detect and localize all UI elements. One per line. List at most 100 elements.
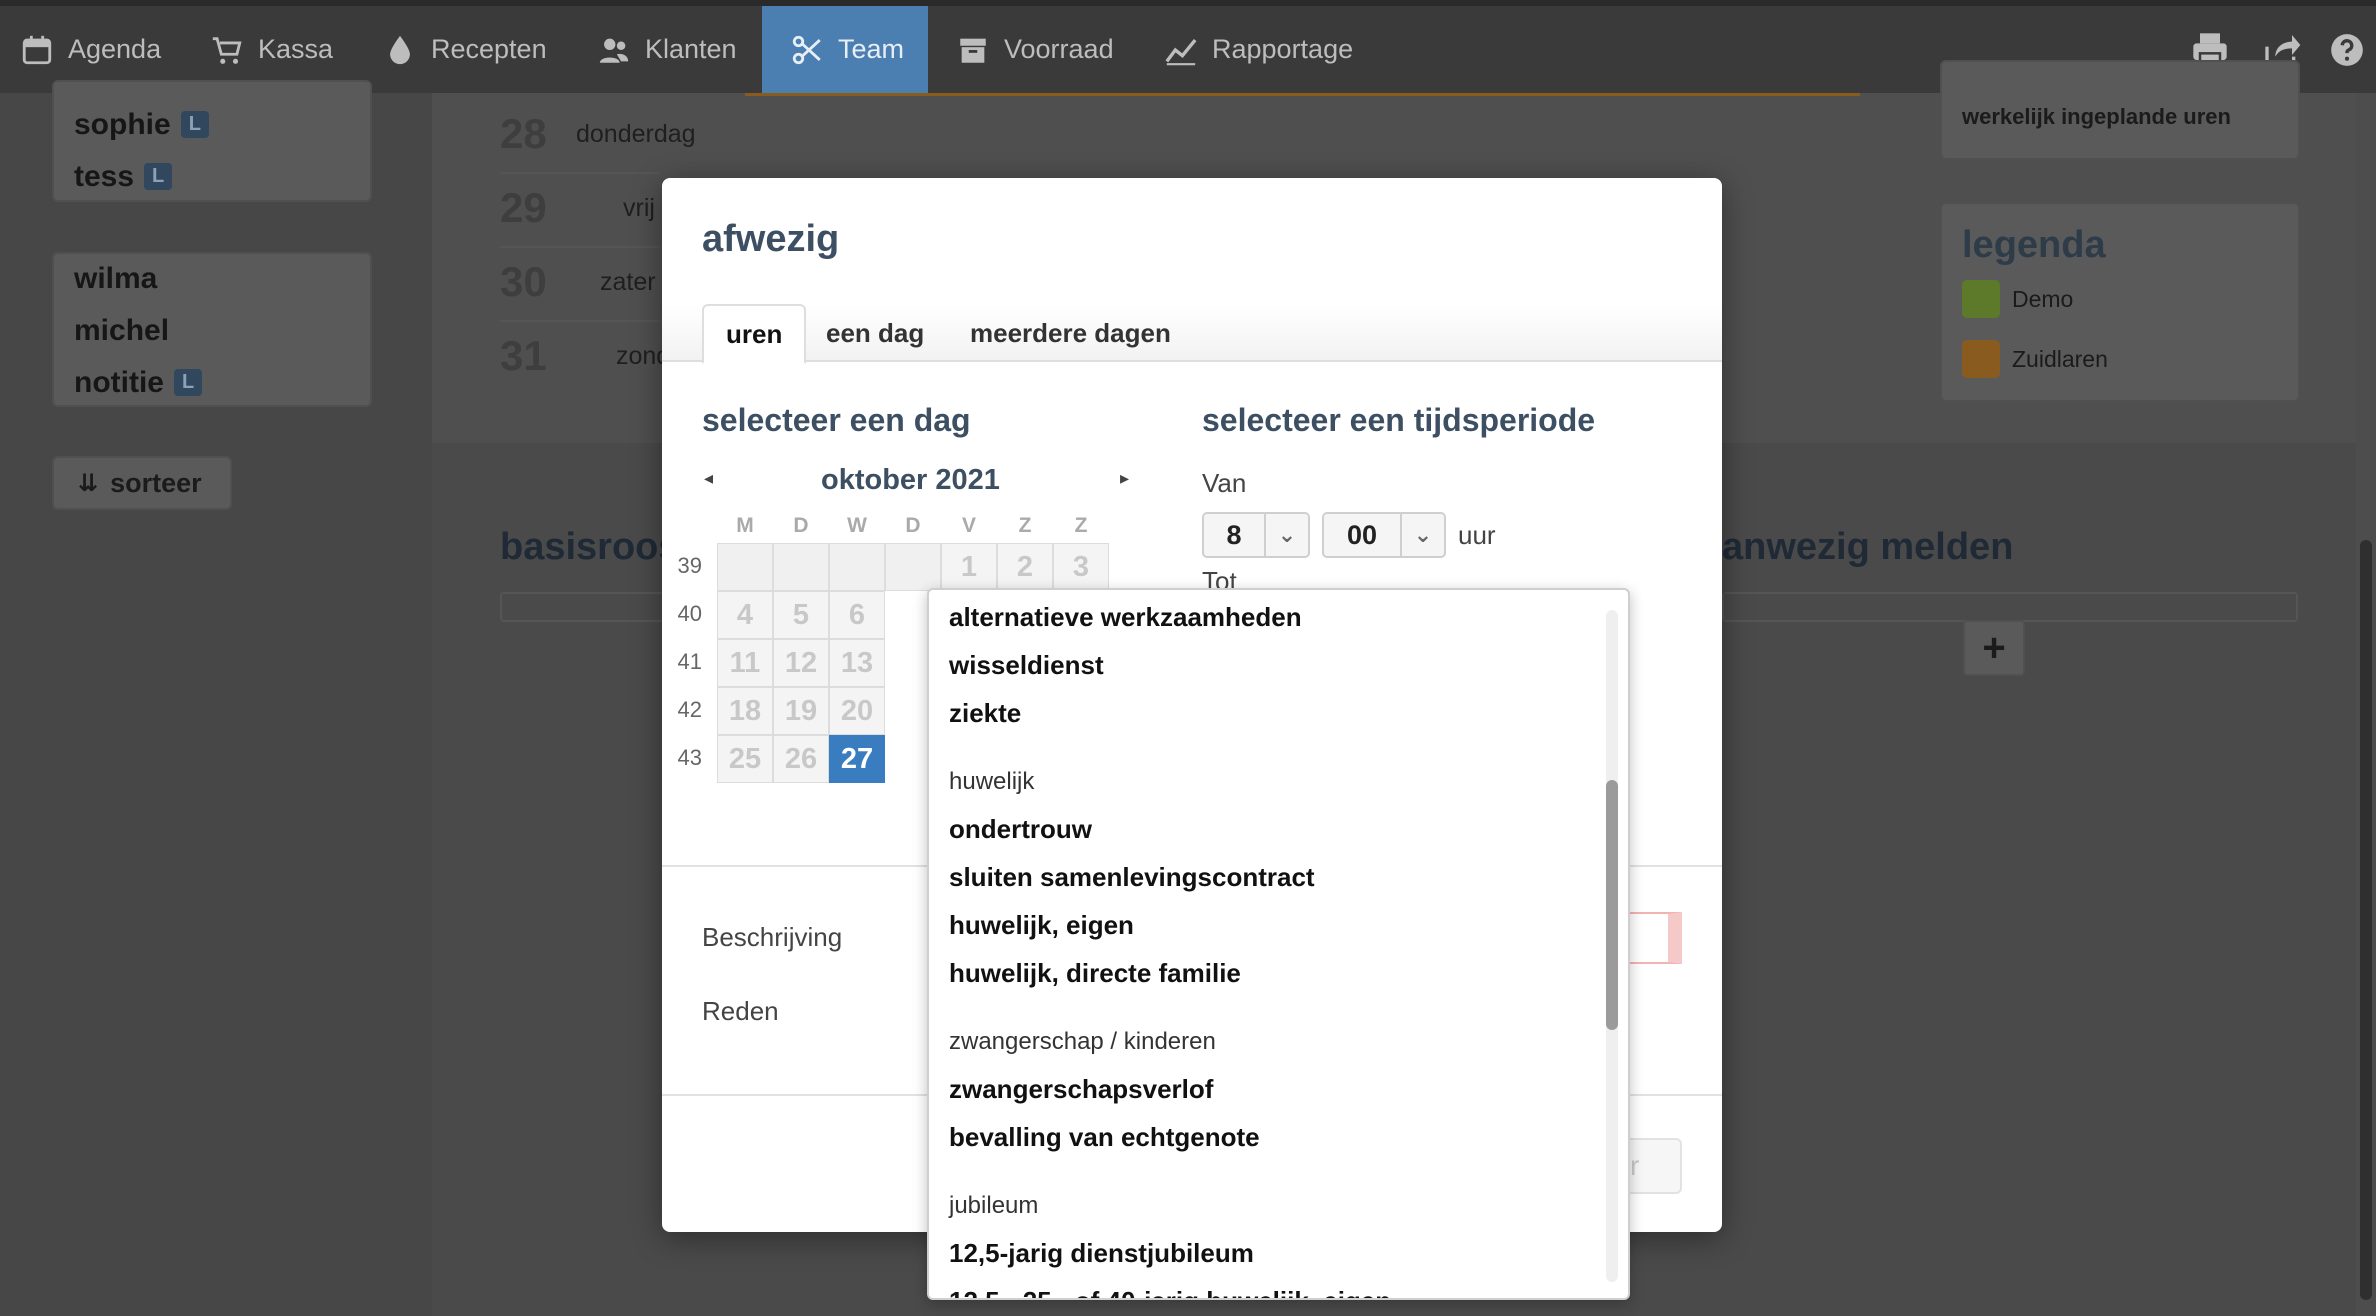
aanwezig-bar [1722, 592, 2298, 622]
sort-button[interactable]: ⇊ sorteer [52, 456, 232, 510]
day-name: zater [600, 268, 656, 296]
help-icon [2331, 33, 2363, 66]
box-icon [960, 38, 986, 63]
nav-label: Agenda [68, 34, 162, 64]
week-number: 40 [677, 601, 702, 626]
hours-label: werkelijk ingeplande uren [1962, 104, 2231, 129]
staff-name: notitie [74, 366, 164, 399]
weekday-header: W [847, 514, 867, 537]
calendar-day[interactable]: 6 [829, 591, 885, 639]
staff-wilma[interactable]: wilma [74, 262, 157, 296]
tab-een-dag[interactable]: een dag [804, 304, 946, 362]
calendar-day[interactable]: 12 [773, 639, 829, 687]
nav-label: Recepten [431, 34, 547, 64]
nav-recepten[interactable]: Recepten [383, 6, 547, 93]
option-item[interactable]: ondertrouw [949, 814, 1092, 845]
weekday-header: M [736, 514, 754, 537]
calendar-day[interactable]: 25 [717, 735, 773, 783]
save-label: r [1630, 1150, 1640, 1181]
option-item[interactable]: wisseldienst [949, 650, 1104, 681]
divider [500, 172, 660, 174]
calendar-empty-cell [773, 543, 829, 591]
staff-sophie[interactable]: sophie L [74, 108, 209, 142]
tab-meerdere-dagen[interactable]: meerdere dagen [948, 304, 1193, 362]
aanwezig-heading: anwezig melden [1722, 526, 2014, 568]
calendar-day[interactable]: 19 [773, 687, 829, 735]
legend-title: legenda [1962, 224, 2106, 266]
calendar-day[interactable]: 26 [773, 735, 829, 783]
staff-tess[interactable]: tess L [74, 160, 173, 194]
option-group-label: jubileum [949, 1192, 1039, 1219]
period-section-heading: selecteer een tijdsperiode [1202, 402, 1596, 438]
calendar-day[interactable]: 13 [829, 639, 885, 687]
divider [500, 320, 660, 322]
chevron-down-icon: ⌄ [1400, 514, 1444, 556]
legend-card: legenda Demo Zuidlaren [1940, 202, 2300, 402]
modal-tabs: uren een dag meerdere dagen [662, 304, 1722, 364]
weekday-header: Z [1074, 514, 1088, 537]
weekday-header: V [961, 514, 976, 537]
page-scrollbar-thumb[interactable] [2360, 540, 2372, 1300]
week-number: 39 [677, 553, 702, 578]
hours-card: werkelijk ingeplande uren [1940, 60, 2300, 160]
calendar-day[interactable]: 3 [1053, 543, 1109, 591]
nav-klanten[interactable]: Klanten [597, 6, 737, 93]
beschrijving-input[interactable] [1622, 912, 1682, 964]
nav-rapportage[interactable]: Rapportage [1164, 6, 1353, 93]
tab-label: een dag [826, 317, 925, 348]
nav-label: Team [838, 34, 905, 64]
calendar-day[interactable]: 27 [829, 735, 885, 783]
minute-value: 00 [1346, 519, 1378, 550]
nav-voorraad[interactable]: Voorraad [956, 6, 1114, 93]
beschrijving-label: Beschrijving [702, 922, 843, 952]
option-item[interactable]: bevalling van echtgenote [949, 1122, 1260, 1153]
option-item[interactable]: zwangerschapsverlof [949, 1074, 1213, 1105]
nav-label: Klanten [645, 34, 737, 64]
calendar-next-button[interactable]: ▸ [1120, 468, 1129, 489]
week-number: 42 [677, 697, 702, 722]
staff-michel[interactable]: michel [74, 314, 169, 348]
van-label: Van [1202, 468, 1247, 498]
calendar-day[interactable]: 11 [717, 639, 773, 687]
dropdown-scrollbar-thumb[interactable] [1606, 780, 1618, 1030]
option-item[interactable]: ziekte [949, 698, 1021, 729]
save-button[interactable]: r [1622, 1138, 1682, 1194]
legend-item-zuidlaren: Zuidlaren [1962, 340, 2108, 378]
option-item[interactable]: alternatieve werkzaamheden [949, 602, 1302, 633]
add-button[interactable]: + [1963, 620, 2025, 676]
minute-select[interactable]: 00 ⌄ [1322, 512, 1446, 558]
weekday-header: D [905, 514, 921, 537]
calendar-day[interactable]: 1 [941, 543, 997, 591]
nav-team[interactable]: Team [762, 6, 928, 93]
legend-label: Zuidlaren [2012, 345, 2108, 372]
legend-item-demo: Demo [1962, 280, 2073, 318]
scissors-icon [792, 35, 821, 64]
option-group-label: huwelijk [949, 768, 1035, 795]
calendar-day[interactable]: 5 [773, 591, 829, 639]
calendar-day[interactable]: 18 [717, 687, 773, 735]
option-item[interactable]: huwelijk, directe familie [949, 958, 1241, 989]
option-item[interactable]: sluiten samenlevingscontract [949, 862, 1315, 893]
staff-notitie[interactable]: notitie L [74, 366, 203, 400]
calendar-day[interactable]: 20 [829, 687, 885, 735]
option-item[interactable]: 12,5-, 25-, of 40-jarig huwelijk, eigen [949, 1286, 1391, 1298]
option-item[interactable]: huwelijk, eigen [949, 910, 1134, 941]
tab-uren[interactable]: uren [702, 304, 807, 364]
users-icon [599, 38, 629, 63]
hour-select[interactable]: 8 ⌄ [1202, 512, 1310, 558]
nav-label: Kassa [258, 34, 334, 64]
reden-label: Reden [702, 996, 779, 1026]
option-item[interactable]: 12,5-jarig dienstjubileum [949, 1238, 1254, 1269]
week-number: 43 [677, 745, 702, 770]
staff-badge: L [180, 111, 209, 138]
modal-title: afwezig [702, 218, 840, 260]
day-section-heading: selecteer een dag [702, 402, 971, 438]
calendar-month: oktober 2021 [821, 464, 1000, 496]
calendar-day[interactable]: 2 [997, 543, 1053, 591]
sort-icon: ⇊ [78, 469, 99, 497]
calendar-day[interactable]: 4 [717, 591, 773, 639]
calendar-prev-button[interactable]: ◂ [704, 468, 713, 489]
calendar-empty-cell [885, 543, 941, 591]
option-group-label: zwangerschap / kinderen [949, 1028, 1216, 1055]
help-button[interactable] [2328, 6, 2366, 93]
